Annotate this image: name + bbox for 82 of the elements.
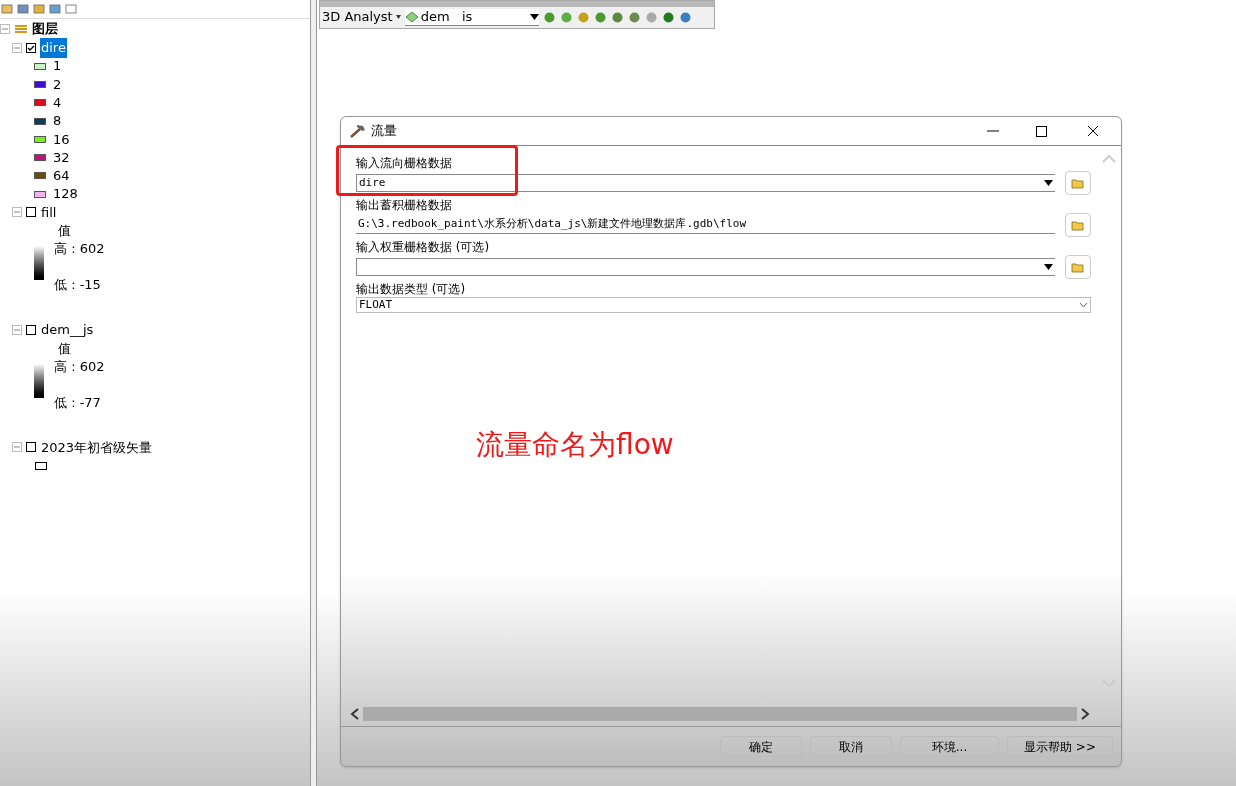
combo-field[interactable] — [356, 258, 1055, 276]
browse-button[interactable] — [1065, 171, 1091, 195]
field-label: 输出数据类型 (可选) — [356, 281, 466, 297]
ramp-swatch — [34, 246, 44, 281]
scroll-up-icon[interactable] — [1101, 154, 1117, 164]
chevron-icon — [1079, 302, 1088, 308]
class-label: 4 — [53, 94, 62, 112]
toolbar-icon[interactable] — [49, 3, 61, 15]
collapse-toggle[interactable] — [12, 324, 22, 335]
minimize-icon — [987, 130, 999, 132]
dialog-button[interactable]: 确定 — [720, 736, 802, 757]
caret-icon — [529, 13, 539, 20]
caret-icon — [1044, 180, 1053, 186]
path-field[interactable]: G:\3.redbook_paint\水系分析\data_js\新建文件地理数据库.gdb\flow — [356, 216, 1055, 234]
browse-button[interactable] — [1065, 213, 1091, 237]
raster-icon — [404, 10, 419, 23]
analyst-menu[interactable]: 3D Analyst — [322, 7, 401, 27]
caret-icon — [1044, 264, 1053, 270]
maximize-icon — [1035, 125, 1047, 137]
field-label: 输入流向栅格数据 — [356, 155, 452, 171]
tool-icon[interactable] — [610, 10, 624, 24]
class-label: 8 — [53, 112, 62, 131]
dialog-button[interactable]: 显示帮助 >> — [1007, 736, 1113, 757]
toolbar-icon[interactable] — [17, 3, 29, 15]
legend-swatch — [35, 462, 47, 471]
dialog-button[interactable]: 取消 — [810, 736, 892, 757]
layer-name[interactable]: dire — [40, 38, 67, 58]
field-label: 输出蓄积栅格数据 — [356, 197, 452, 213]
tool-icon[interactable] — [627, 10, 641, 24]
collapse-toggle[interactable] — [12, 43, 22, 53]
toolbar-icon[interactable] — [1, 3, 13, 15]
close-icon — [1087, 125, 1099, 137]
layer-checkbox[interactable] — [26, 207, 36, 218]
high-value: 高 : 602 — [54, 357, 105, 376]
legend-title: 值 — [57, 339, 72, 357]
tool-icon[interactable] — [559, 10, 573, 24]
scroll-left-icon[interactable] — [349, 707, 361, 721]
legend-title: 值 — [57, 222, 72, 240]
layers-icon — [14, 24, 28, 34]
toc-root: 图层 — [32, 20, 58, 39]
class-label: 1 — [53, 57, 62, 76]
dialog-title: 流量 — [371, 122, 398, 141]
low-value: 低 : -77 — [54, 393, 102, 412]
layer-name[interactable]: 2023年初省级矢量 — [40, 437, 154, 458]
layer-checkbox[interactable] — [26, 442, 36, 453]
ramp-swatch — [34, 363, 44, 398]
class-label: 128 — [53, 185, 78, 204]
hammer-icon — [349, 123, 367, 139]
layer-checkbox[interactable] — [26, 324, 36, 335]
class-label: 16 — [53, 130, 70, 149]
folder-icon — [1071, 261, 1085, 273]
layer-checkbox[interactable] — [26, 43, 36, 53]
annotation-text: 流量命名为flow — [476, 427, 674, 463]
tool-icon[interactable] — [542, 10, 556, 24]
tool-icon[interactable] — [593, 10, 607, 24]
tool-icon[interactable] — [678, 10, 692, 24]
layer-dropdown[interactable]: dem is — [404, 8, 539, 26]
tool-icon[interactable] — [661, 10, 675, 24]
toolbar-icon[interactable] — [65, 3, 77, 15]
browse-button[interactable] — [1065, 255, 1091, 279]
combo-field[interactable]: dire — [356, 174, 1055, 192]
low-value: 低 : -15 — [54, 276, 102, 295]
toolbar-icon[interactable] — [33, 3, 45, 15]
dialog-button[interactable]: 环境... — [900, 736, 999, 757]
folder-icon — [1071, 177, 1085, 189]
collapse-toggle[interactable] — [12, 442, 22, 453]
scroll-right-icon[interactable] — [1079, 707, 1091, 721]
tool-icon[interactable] — [644, 10, 658, 24]
horizontal-scrollbar[interactable] — [363, 707, 1077, 721]
layer-name[interactable]: fill — [40, 202, 58, 223]
folder-icon — [1071, 219, 1085, 231]
collapse-toggle[interactable] — [0, 24, 10, 34]
class-label: 64 — [53, 167, 70, 186]
high-value: 高 : 602 — [54, 240, 105, 259]
caret-icon — [395, 15, 401, 19]
class-label: 32 — [53, 148, 70, 167]
tool-icon[interactable] — [576, 10, 590, 24]
field-label: 输入权重栅格数据 (可选) — [356, 239, 490, 255]
type-select[interactable]: FLOAT — [356, 297, 1091, 313]
collapse-toggle[interactable] — [12, 207, 22, 218]
class-label: 2 — [53, 75, 62, 94]
layer-name[interactable]: dem__js — [40, 320, 95, 340]
